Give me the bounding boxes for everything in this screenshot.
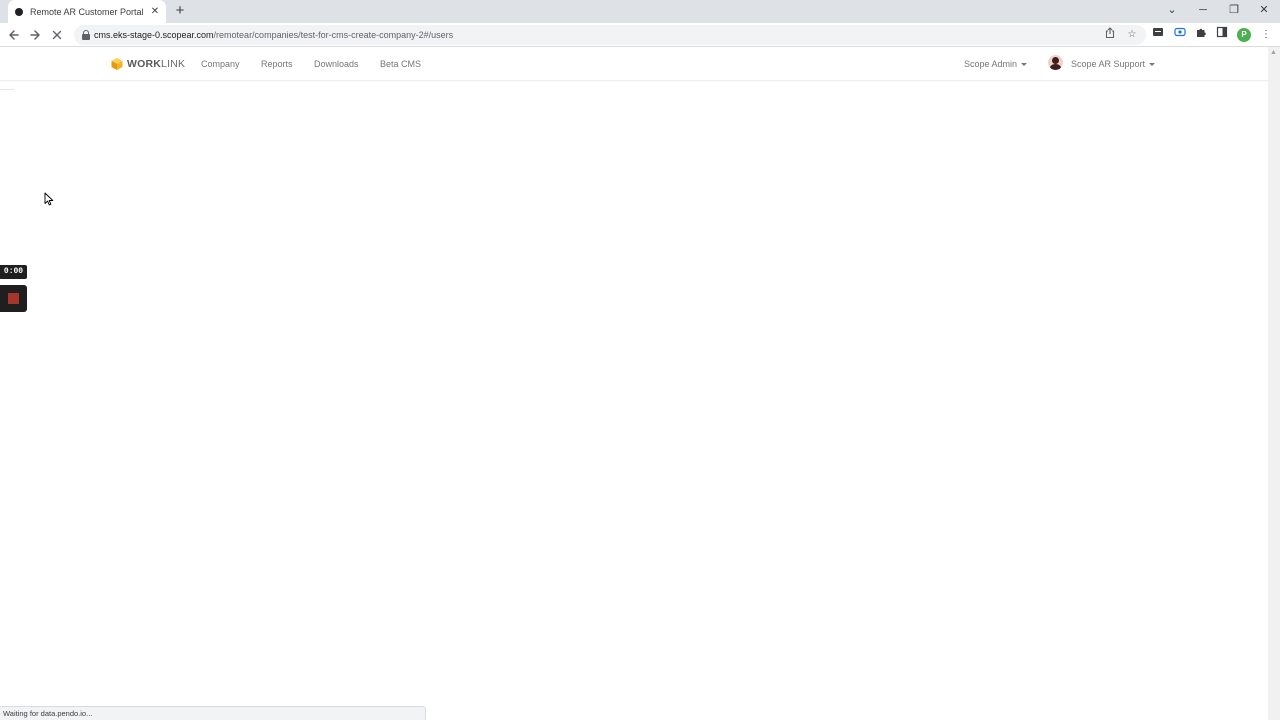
logo-link: LINK bbox=[161, 58, 186, 70]
forward-arrow-icon bbox=[30, 30, 40, 40]
recording-timer: 0:00 bbox=[0, 265, 27, 279]
caret-down-icon bbox=[1149, 63, 1156, 67]
close-tab-icon[interactable]: ✕ bbox=[148, 5, 162, 19]
minimize-window-icon[interactable]: ─ bbox=[1191, 0, 1215, 20]
user-avatar[interactable] bbox=[1048, 55, 1063, 70]
user-menu-dropdown[interactable]: Scope AR Support bbox=[1071, 47, 1156, 81]
url-host: cms.eks-stage-0.scopear.com bbox=[94, 30, 214, 40]
logo-wordmark: WORKLINK bbox=[127, 58, 185, 70]
url-text[interactable]: cms.eks-stage-0.scopear.com/remotear/com… bbox=[94, 25, 453, 45]
lock-icon[interactable] bbox=[82, 30, 90, 40]
site-favicon-icon bbox=[15, 7, 23, 16]
share-icon[interactable] bbox=[1102, 27, 1118, 43]
url-path: /remotear/companies/test-for-cms-create-… bbox=[213, 30, 454, 40]
stop-recording-button[interactable] bbox=[0, 285, 27, 312]
bookmark-star-icon[interactable]: ☆ bbox=[1124, 27, 1140, 43]
extension-recorder-icon[interactable] bbox=[1171, 26, 1189, 44]
worklink-cube-icon bbox=[110, 57, 124, 71]
restore-window-icon[interactable]: ❐ bbox=[1222, 0, 1246, 20]
side-panel-icon[interactable] bbox=[1213, 26, 1231, 44]
browser-tab-strip: Remote AR Customer Portal ✕ + ⌄ ─ ❐ ✕ bbox=[0, 0, 1280, 23]
scroll-up-arrow-icon[interactable]: ▲ bbox=[1270, 49, 1277, 56]
caret-down-icon bbox=[1021, 63, 1028, 67]
close-window-icon[interactable]: ✕ bbox=[1252, 0, 1276, 20]
tab-title: Remote AR Customer Portal bbox=[30, 6, 144, 17]
admin-menu-label: Scope Admin bbox=[964, 59, 1018, 69]
user-menu-label: Scope AR Support bbox=[1071, 59, 1146, 69]
back-button[interactable] bbox=[5, 26, 23, 44]
new-tab-button[interactable]: + bbox=[172, 2, 188, 20]
tab-search-icon[interactable]: ⌄ bbox=[1160, 0, 1184, 20]
page-scrollbar[interactable]: ▲ bbox=[1268, 47, 1280, 720]
stop-loading-button[interactable] bbox=[48, 26, 66, 44]
logo-work: WORK bbox=[127, 58, 162, 70]
extensions-puzzle-icon[interactable] bbox=[1192, 26, 1210, 44]
browser-menu-icon[interactable]: ⋮ bbox=[1257, 26, 1275, 44]
nav-link-reports[interactable]: Reports bbox=[261, 47, 293, 81]
extension-screen-icon[interactable] bbox=[1149, 26, 1167, 44]
nav-link-beta-cms[interactable]: Beta CMS bbox=[380, 47, 421, 81]
admin-menu-dropdown[interactable]: Scope Admin bbox=[964, 47, 1028, 81]
nav-link-company[interactable]: Company bbox=[201, 47, 240, 81]
mouse-cursor-icon bbox=[44, 192, 54, 206]
stop-loading-icon bbox=[52, 30, 62, 40]
divider bbox=[0, 89, 14, 90]
site-navbar: WORKLINK Company Reports Downloads Beta … bbox=[0, 47, 1268, 81]
browser-toolbar: cms.eks-stage-0.scopear.com/remotear/com… bbox=[0, 23, 1280, 47]
worklink-logo[interactable]: WORKLINK bbox=[110, 57, 185, 71]
profile-avatar[interactable]: P bbox=[1237, 28, 1251, 42]
address-bar[interactable]: cms.eks-stage-0.scopear.com/remotear/com… bbox=[74, 25, 1146, 45]
back-arrow-icon bbox=[9, 30, 19, 40]
browser-tab-active[interactable]: Remote AR Customer Portal ✕ bbox=[8, 0, 166, 23]
page-content: WORKLINK Company Reports Downloads Beta … bbox=[0, 47, 1268, 720]
forward-button[interactable] bbox=[26, 26, 44, 44]
browser-status-bar: Waiting for data.pendo.io... bbox=[0, 706, 426, 720]
nav-link-downloads[interactable]: Downloads bbox=[314, 47, 359, 81]
